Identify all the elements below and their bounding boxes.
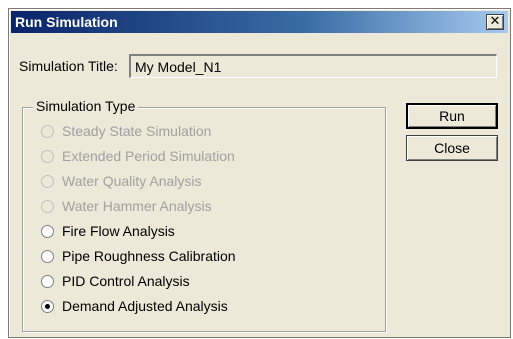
radio-button-icon [41, 199, 54, 213]
radio-water-hammer-analysis[interactable]: Water Hammer Analysis [41, 196, 212, 216]
radio-label: PID Control Analysis [62, 273, 190, 289]
run-button[interactable]: Run [406, 103, 498, 129]
radio-button-icon [41, 299, 54, 313]
title-bar[interactable]: Run Simulation ✕ [11, 11, 508, 33]
radio-button-icon [41, 274, 54, 288]
radio-label: Steady State Simulation [62, 123, 212, 139]
radio-label: Water Quality Analysis [62, 173, 202, 189]
radio-button-icon [41, 224, 54, 238]
radio-label: Water Hammer Analysis [62, 198, 212, 214]
close-icon: ✕ [489, 14, 501, 29]
radio-button-icon [41, 174, 54, 188]
simulation-type-legend: Simulation Type [33, 98, 139, 114]
radio-extended-period-simulation[interactable]: Extended Period Simulation [41, 146, 235, 166]
run-simulation-dialog: Run Simulation ✕ Simulation Title: Simul… [8, 8, 511, 338]
radio-label: Pipe Roughness Calibration [62, 248, 236, 264]
radio-demand-adjusted-analysis[interactable]: Demand Adjusted Analysis [41, 296, 228, 316]
close-button[interactable]: Close [406, 135, 498, 161]
radio-fire-flow-analysis[interactable]: Fire Flow Analysis [41, 221, 175, 241]
radio-label: Extended Period Simulation [62, 148, 235, 164]
radio-button-icon [41, 249, 54, 263]
radio-button-icon [41, 149, 54, 163]
close-window-button[interactable]: ✕ [486, 14, 504, 30]
radio-pipe-roughness-calibration[interactable]: Pipe Roughness Calibration [41, 246, 236, 266]
radio-selected-dot-icon [45, 303, 50, 309]
radio-steady-state-simulation[interactable]: Steady State Simulation [41, 121, 211, 141]
radio-water-quality-analysis[interactable]: Water Quality Analysis [41, 171, 202, 191]
simulation-title-input[interactable] [129, 54, 497, 78]
radio-label: Fire Flow Analysis [62, 223, 175, 239]
radio-label: Demand Adjusted Analysis [62, 298, 228, 314]
simulation-type-group: Simulation Type Steady State Simulation … [22, 98, 386, 332]
radio-pid-control-analysis[interactable]: PID Control Analysis [41, 271, 190, 291]
radio-button-icon [41, 124, 54, 138]
simulation-title-label: Simulation Title: [19, 58, 118, 74]
window-title: Run Simulation [15, 14, 118, 30]
